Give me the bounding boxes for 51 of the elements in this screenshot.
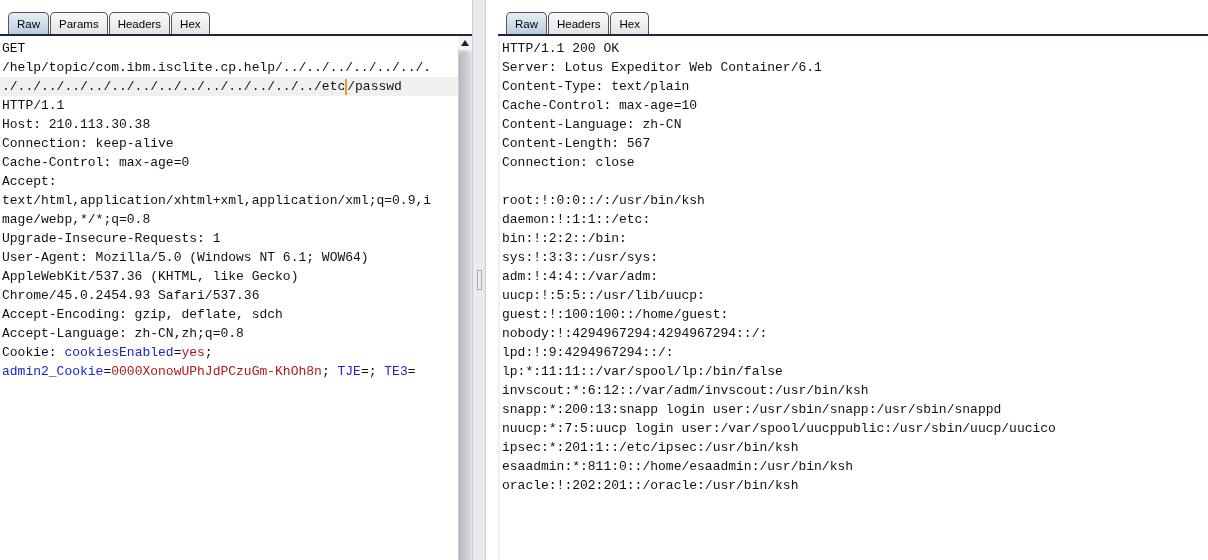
editor-tab[interactable]: Hex [171,12,210,34]
code-line: Host: 210.113.30.38 [1,116,152,134]
editor-tab[interactable]: Hex [610,12,649,34]
code-line: User-Agent: Mozilla/5.0 (Windows NT 6.1; WOW64) [1,249,370,267]
scroll-up-icon[interactable] [458,36,472,50]
text-cursor [345,78,348,95]
code-line: esaadmin:*:811:0::/home/esaadmin:/usr/bin/ksh [502,459,854,474]
code-line: Connection: keep-alive [1,135,175,153]
code-line: Connection: close [502,155,635,170]
code-line: lp:*:11:11::/var/spool/lp:/bin/false [502,364,783,379]
code-line: daemon:!:1:1::/etc: [502,212,651,227]
code-line: root:!:0:0::/:/usr/bin/ksh [502,193,705,208]
editor-tab[interactable]: Params [50,12,108,34]
code-line: Content-Language: zh-CN [502,117,682,132]
code-line: Content-Type: text/plain [502,79,690,94]
editor-tab[interactable]: Raw [506,12,547,34]
code-line: Server: Lotus Expeditor Web Container/6.1 [502,60,822,75]
editor-tab[interactable]: Headers [548,12,610,34]
code-line: snapp:*:200:13:snapp login user:/usr/sbin/snapp:/usr/sbin/snappd [502,402,1002,417]
code-line: bin:!:2:2::/bin: [502,231,627,246]
scrollbar-thumb[interactable] [459,52,471,560]
code-line: mage/webp,*/*;q=0.8 [1,211,152,229]
code-line: sys:!:3:3::/usr/sys: [502,250,659,265]
code-line: HTTP/1.1 200 OK [502,41,620,56]
code-line: Upgrade-Insecure-Requests: 1 [1,230,222,248]
code-line: GET [1,40,27,58]
editor-tab[interactable]: Headers [108,12,171,34]
code-line: Accept-Encoding: gzip, deflate, sdch [1,306,284,324]
code-line: oracle:!:202:201::/oracle:/usr/bin/ksh [502,478,799,493]
code-line: AppleWebKit/537.36 (KHTML, like Gecko) [1,268,300,286]
code-line: admin2_Cookie=0000XonowUPhJdPCzuGm-KhOh8n; TJE=; TE3= [1,363,417,381]
code-line: HTTP/1.1 [1,97,66,115]
editor-tab[interactable]: Raw [8,12,49,34]
code-line: Cache-Control: max-age=10 [502,98,698,113]
code-line: lpd:!:9:4294967294::/: [502,345,674,360]
code-line: guest:!:100:100::/home/guest: [502,307,729,322]
vertical-scrollbar[interactable] [458,36,472,560]
code-line: Accept: [1,173,58,191]
code-line: Cache-Control: max-age=0 [1,154,191,172]
code-line: /help/topic/com.ibm.isclite.cp.help/../../../../../../. [1,59,433,77]
code-line: ipsec:*:201:1::/etc/ipsec:/usr/bin/ksh [502,440,799,455]
code-line: Content-Length: 567 [502,136,651,151]
code-line: adm:!:4:4::/var/adm: [502,269,659,284]
code-line: Cookie: cookiesEnabled=yes; [1,344,214,362]
code-line: invscout:*:6:12::/var/adm/invscout:/usr/bin/ksh [502,383,869,398]
code-line: nuucp:*:7:5:uucp login user:/var/spool/uucppublic:/usr/sbin/uucp/uucico [502,421,1056,436]
code-line: text/html,application/xhtml+xml,application/xml;q=0.9,i [1,192,433,210]
code-line: uucp:!:5:5::/usr/lib/uucp: [502,288,705,303]
code-line: nobody:!:4294967294:4294967294::/: [502,326,768,341]
code-line: Chrome/45.0.2454.93 Safari/537.36 [1,287,261,305]
code-line: Accept-Language: zh-CN,zh;q=0.8 [1,325,245,343]
